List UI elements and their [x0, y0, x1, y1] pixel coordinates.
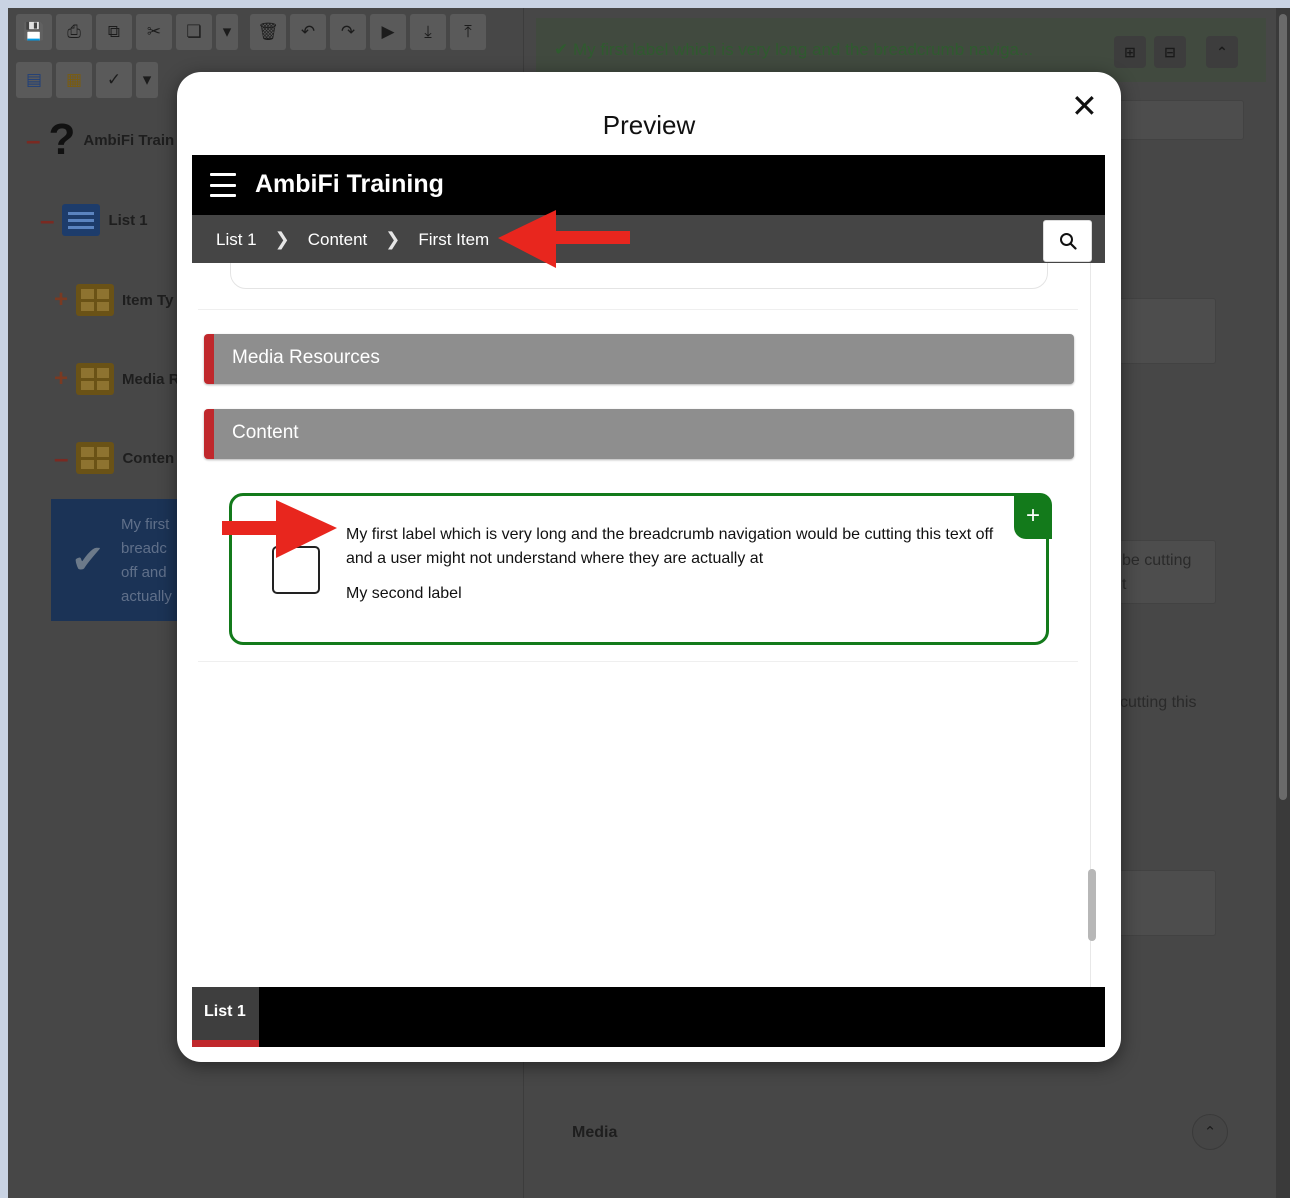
- tab-list-1[interactable]: List 1: [192, 987, 259, 1047]
- check-icon: ✔: [554, 40, 569, 59]
- collapse-icon[interactable]: –: [26, 127, 40, 153]
- expand-all-button[interactable]: ⊞: [1114, 36, 1146, 68]
- tree-item-label: Item Ty: [122, 291, 174, 309]
- checklist-checkbox[interactable]: [272, 546, 320, 594]
- section-title: Media Resources: [232, 347, 380, 368]
- save-icon[interactable]: 💾: [16, 14, 52, 50]
- chevron-right-icon: ❯: [274, 229, 290, 249]
- tree-root[interactable]: – ? AmbiFi Train: [26, 115, 175, 164]
- app-title: AmbiFi Training: [255, 170, 444, 198]
- checklist-item-card[interactable]: + My first label which is very long and …: [229, 493, 1052, 645]
- page-scrollbar[interactable]: [1276, 8, 1290, 1198]
- modal-title: Preview: [602, 110, 696, 140]
- divider: [198, 661, 1078, 662]
- app-header: AmbiFi Training: [192, 155, 1105, 215]
- previous-card: [230, 263, 1048, 289]
- check-dropdown-icon[interactable]: ▾: [136, 62, 158, 98]
- toolbar-row-2: ▤ ▦ ✓ ▾: [16, 62, 158, 98]
- active-tab-indicator: [192, 1040, 259, 1047]
- redo-icon[interactable]: ↷: [330, 14, 366, 50]
- section-header-content[interactable]: Content: [204, 409, 1074, 459]
- paste-dropdown-icon[interactable]: ▾: [216, 14, 238, 50]
- text-fragment: cutting this: [1120, 694, 1197, 711]
- text-fragment: be cutting: [1122, 552, 1192, 569]
- preview-viewport: AmbiFi Training List 1 ❯ Content ❯ First…: [192, 155, 1105, 1047]
- tree-root-label: AmbiFi Train: [83, 131, 175, 149]
- question-icon: ?: [48, 115, 76, 164]
- expand-icon[interactable]: +: [54, 288, 68, 312]
- tree-item-item-type[interactable]: + Item Ty: [54, 284, 173, 316]
- breadcrumb: List 1 ❯ Content ❯ First Item: [192, 215, 1105, 263]
- media-section-label: Media: [572, 1124, 618, 1141]
- paste-icon[interactable]: ❏: [176, 14, 212, 50]
- checklist-label-secondary: My second label: [346, 585, 462, 602]
- status-text: My first label which is very long and th…: [572, 40, 1034, 59]
- section-title: Content: [232, 422, 299, 443]
- plus-icon[interactable]: +: [1014, 493, 1052, 539]
- tree-item-label: Media R: [122, 370, 180, 388]
- tree-item-content[interactable]: – Conten: [54, 442, 174, 474]
- grid-icon: [76, 363, 115, 395]
- section-header-media-resources[interactable]: Media Resources: [204, 334, 1074, 384]
- list-view-icon[interactable]: ▤: [16, 62, 52, 98]
- chevron-up-icon[interactable]: ⌃: [1192, 1114, 1228, 1150]
- breadcrumb-item[interactable]: List 1: [216, 230, 257, 250]
- play-icon[interactable]: ▶: [370, 14, 406, 50]
- chevron-up-icon[interactable]: ⌃: [1206, 36, 1238, 68]
- bottom-tab-bar: List 1: [192, 987, 1105, 1047]
- tree-selected-card[interactable]: ✔ My first breadc off and actually: [51, 499, 191, 621]
- collapse-icon[interactable]: –: [54, 445, 68, 471]
- text-fragment: t: [1122, 576, 1127, 593]
- delete-icon[interactable]: 🗑: [250, 14, 286, 50]
- tree-item-label: Conten: [122, 449, 175, 467]
- content-scrollbar[interactable]: [1088, 263, 1096, 987]
- grid-icon: [76, 284, 115, 316]
- print-icon[interactable]: ⎙: [56, 14, 92, 50]
- tree-item-label: List 1: [108, 211, 148, 229]
- search-button[interactable]: [1043, 220, 1092, 262]
- content-scroll-area[interactable]: Media Resources Content + My first label…: [192, 263, 1105, 987]
- undo-icon[interactable]: ↶: [290, 14, 326, 50]
- search-icon: [1059, 233, 1077, 250]
- chevron-right-icon: ❯: [385, 229, 401, 249]
- copy-icon[interactable]: ⧉: [96, 14, 132, 50]
- breadcrumb-item[interactable]: Content: [308, 230, 368, 250]
- tree-item-list[interactable]: – List 1: [40, 204, 148, 236]
- upload-icon[interactable]: ⤒: [450, 14, 486, 50]
- checkmark-icon: ✔: [71, 538, 105, 582]
- close-icon[interactable]: ✕: [1071, 90, 1098, 122]
- preview-modal: Preview ✕ AmbiFi Training List 1 ❯ Conte…: [177, 72, 1121, 1062]
- grid-icon: [76, 442, 115, 474]
- tree-item-media[interactable]: + Media R: [54, 363, 180, 395]
- hamburger-icon[interactable]: [210, 173, 236, 197]
- list-icon: [62, 204, 101, 236]
- download-icon[interactable]: ⤓: [410, 14, 446, 50]
- checklist-label-primary: My first label which is very long and th…: [346, 526, 994, 567]
- check-icon[interactable]: ✓: [96, 62, 132, 98]
- status-message: ✔ My first label which is very long and …: [554, 40, 1033, 60]
- tab-label: List 1: [204, 1003, 246, 1020]
- grid-view-icon[interactable]: ▦: [56, 62, 92, 98]
- cut-icon[interactable]: ✂: [136, 14, 172, 50]
- breadcrumb-item-current[interactable]: First Item: [418, 230, 489, 250]
- divider: [198, 309, 1078, 310]
- toolbar-row-1: 💾 ⎙ ⧉ ✂ ❏ ▾ 🗑 ↶ ↷ ▶ ⤓ ⤒: [16, 14, 486, 50]
- collapse-icon[interactable]: –: [40, 207, 54, 233]
- expand-icon[interactable]: +: [54, 367, 68, 391]
- collapse-all-button[interactable]: ⊟: [1154, 36, 1186, 68]
